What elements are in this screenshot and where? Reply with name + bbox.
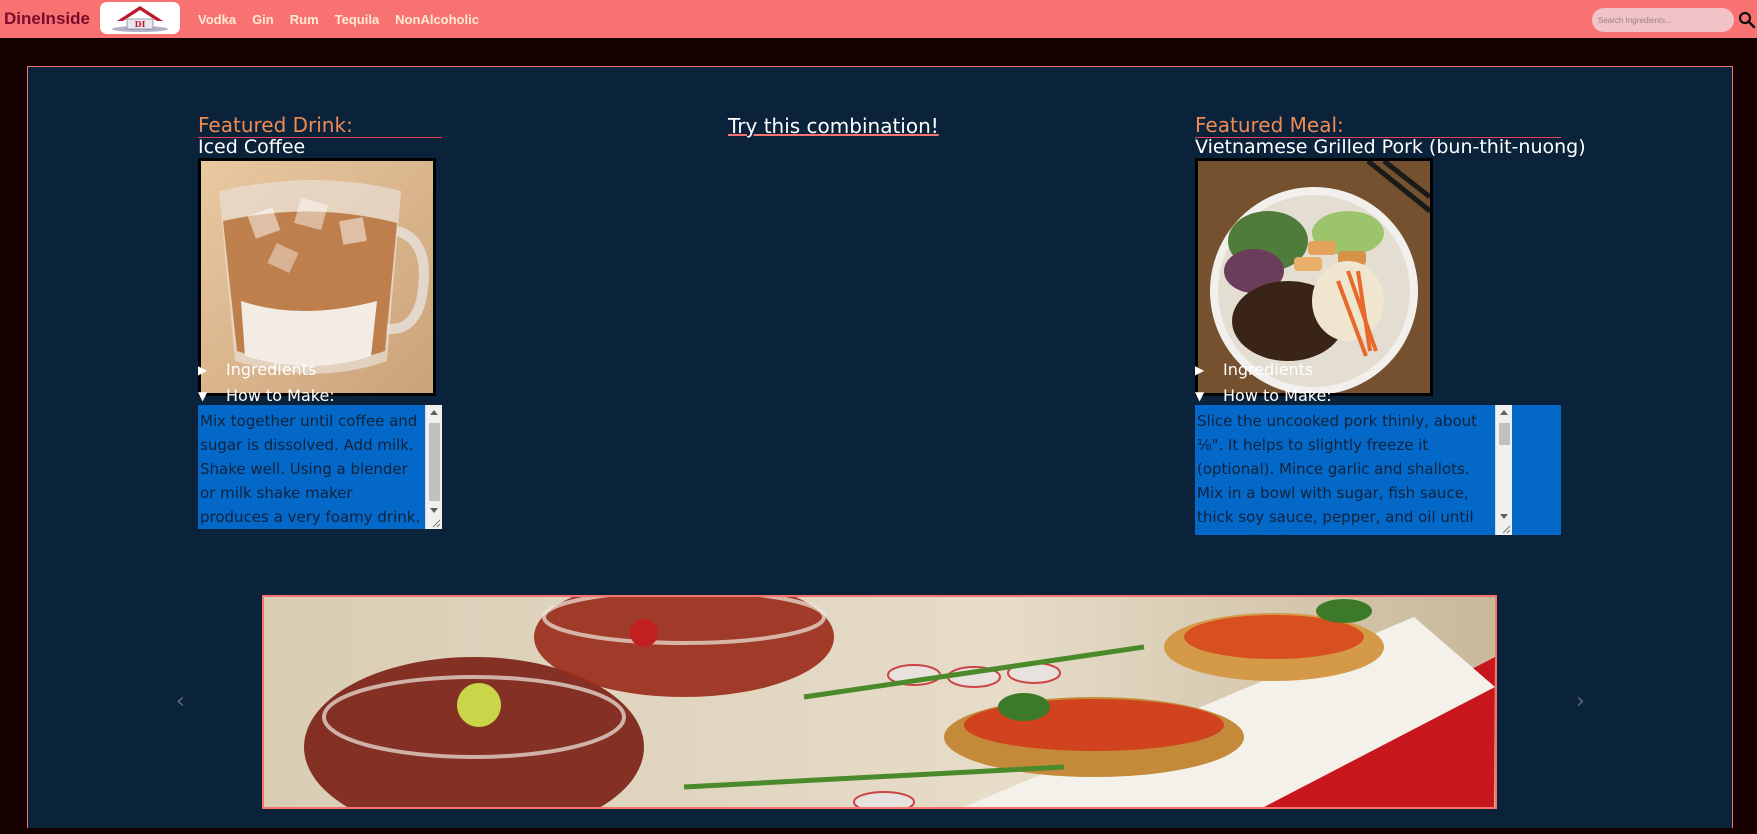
scroll-up-icon[interactable] xyxy=(430,410,438,415)
drink-ingredients-toggle[interactable]: ▶ Ingredients xyxy=(198,361,316,379)
collapsed-triangle-icon: ▶ xyxy=(198,363,208,377)
scroll-thumb[interactable] xyxy=(1499,423,1510,445)
nav-link-rum[interactable]: Rum xyxy=(290,12,319,27)
brand-name[interactable]: DineInside xyxy=(4,9,90,29)
featured-meal-label: Featured Meal: xyxy=(1195,114,1561,138)
collapsed-triangle-icon: ▶ xyxy=(1195,363,1205,377)
featured-drink-label: Featured Drink: xyxy=(198,114,442,138)
drink-instructions: Mix together until coffee and sugar is d… xyxy=(200,412,421,526)
scroll-down-icon[interactable] xyxy=(1500,514,1508,519)
nav-link-vodka[interactable]: Vodka xyxy=(198,12,236,27)
house-logo-icon: DI xyxy=(112,6,168,32)
drink-howto-toggle[interactable]: ▼ How to Make: xyxy=(198,387,335,405)
carousel-next-button[interactable]: › xyxy=(1576,689,1585,714)
nav-link-tequila[interactable]: Tequila xyxy=(335,12,380,27)
carousel-slide-image xyxy=(264,597,1495,807)
combination-title: Try this combination! xyxy=(728,114,939,138)
search-icon xyxy=(1738,11,1756,29)
meal-instructions-box[interactable]: Slice the uncooked pork thinly, about ⅛"… xyxy=(1195,405,1561,535)
search-input[interactable] xyxy=(1592,8,1734,32)
drink-ingredients-label: Ingredients xyxy=(226,360,317,379)
meal-howto-label: How to Make: xyxy=(1223,386,1332,405)
nav-link-gin[interactable]: Gin xyxy=(252,12,274,27)
navbar: DineInside DI Vodka Gin Rum Tequila NonA… xyxy=(0,0,1757,38)
drink-howto-label: How to Make: xyxy=(226,386,335,405)
scroll-down-icon[interactable] xyxy=(430,508,438,513)
expanded-triangle-icon: ▼ xyxy=(1195,389,1205,403)
meal-instructions-scrollbar[interactable] xyxy=(1495,405,1512,535)
drink-name: Iced Coffee xyxy=(198,136,306,158)
meal-instructions: Slice the uncooked pork thinly, about ⅛"… xyxy=(1197,412,1478,535)
resize-grip-icon[interactable] xyxy=(431,518,441,528)
meal-name: Vietnamese Grilled Pork (bun-thit-nuong) xyxy=(1195,136,1586,158)
nav-links: Vodka Gin Rum Tequila NonAlcoholic xyxy=(198,12,495,27)
meal-ingredients-label: Ingredients xyxy=(1223,360,1314,379)
svg-text:DI: DI xyxy=(135,19,146,29)
meal-ingredients-toggle[interactable]: ▶ Ingredients xyxy=(1195,361,1313,379)
logo[interactable]: DI xyxy=(100,2,180,34)
resize-grip-icon[interactable] xyxy=(1501,524,1511,534)
scroll-thumb[interactable] xyxy=(429,423,440,501)
meal-howto-toggle[interactable]: ▼ How to Make: xyxy=(1195,387,1332,405)
expanded-triangle-icon: ▼ xyxy=(198,389,208,403)
drink-instructions-box[interactable]: Mix together until coffee and sugar is d… xyxy=(198,405,442,529)
carousel[interactable] xyxy=(262,595,1497,809)
search-button[interactable] xyxy=(1738,11,1756,29)
carousel-prev-button[interactable]: ‹ xyxy=(176,689,185,714)
scroll-up-icon[interactable] xyxy=(1500,410,1508,415)
nav-link-nonalcoholic[interactable]: NonAlcoholic xyxy=(395,12,479,27)
drink-instructions-scrollbar[interactable] xyxy=(425,405,442,529)
